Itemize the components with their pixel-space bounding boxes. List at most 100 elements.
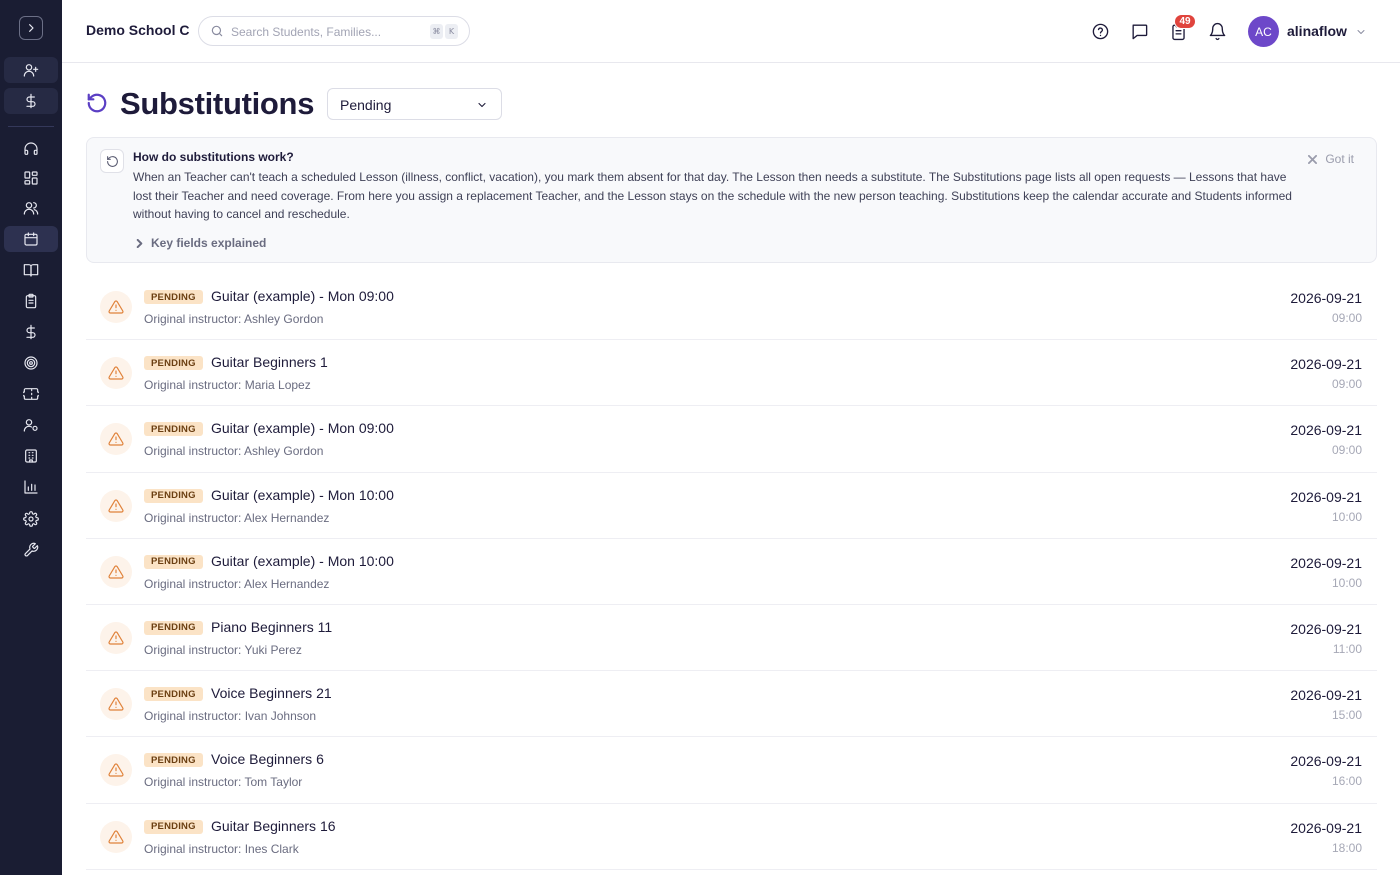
lesson-time: 09:00 xyxy=(1331,443,1362,458)
help-circle-icon xyxy=(1092,23,1108,39)
lesson-date: 2026-09-21 xyxy=(1290,554,1362,571)
top-header: Demo School C ⌘ K 49 AC alinaflow xyxy=(62,0,1400,63)
warning-icon xyxy=(100,820,132,853)
sidebar-item-reports[interactable] xyxy=(4,474,58,500)
ticket-icon xyxy=(23,388,39,400)
sidebar-item-settings[interactable] xyxy=(4,506,58,532)
substitution-row[interactable]: PENDING Guitar (example) - Mon 09:00 Ori… xyxy=(86,274,1377,341)
search-input[interactable] xyxy=(231,23,421,41)
sidebar-item-add-user[interactable] xyxy=(4,57,58,83)
bar-chart-icon xyxy=(24,480,38,494)
lesson-name: Voice Beginners 21 xyxy=(211,685,332,702)
help-button[interactable] xyxy=(1090,21,1110,41)
substitution-list: PENDING Guitar (example) - Mon 09:00 Ori… xyxy=(86,274,1377,870)
notifications-button[interactable] xyxy=(1207,21,1227,41)
sidebar-item-lessons[interactable] xyxy=(4,257,58,283)
warning-icon xyxy=(100,754,132,787)
original-instructor: Original instructor: Ashley Gordon xyxy=(144,444,324,459)
messages-button[interactable] xyxy=(1129,21,1149,41)
substitution-row[interactable]: PENDING Voice Beginners 21 Original inst… xyxy=(86,671,1377,738)
substitution-row[interactable]: PENDING Voice Beginners 6 Original instr… xyxy=(86,737,1377,804)
status-filter-value: Pending xyxy=(340,97,392,113)
gear-icon xyxy=(23,511,39,527)
chevron-down-icon xyxy=(1357,30,1365,34)
original-instructor: Original instructor: Ivan Johnson xyxy=(144,709,317,724)
dismiss-help-button[interactable]: Got it xyxy=(1308,152,1354,166)
sidebar-item-locations[interactable] xyxy=(4,443,58,469)
chevron-right-icon xyxy=(136,238,143,248)
status-badge: PENDING xyxy=(144,488,203,503)
lesson-date: 2026-09-21 xyxy=(1290,620,1362,637)
chevron-right-icon xyxy=(29,24,34,32)
global-search[interactable]: ⌘ K xyxy=(198,16,470,46)
lesson-name: Guitar (example) - Mon 10:00 xyxy=(211,486,394,503)
lesson-name: Guitar (example) - Mon 09:00 xyxy=(211,288,394,304)
status-badge: PENDING xyxy=(144,422,203,437)
sidebar-item-support[interactable] xyxy=(4,136,58,162)
lesson-time: 09:00 xyxy=(1331,377,1362,392)
substitution-row[interactable]: PENDING Guitar Beginners 16 Original ins… xyxy=(86,804,1377,870)
original-instructor: Original instructor: Yuki Perez xyxy=(144,642,302,657)
sidebar-item-staff[interactable] xyxy=(4,412,58,438)
user-avatar[interactable]: AC xyxy=(1248,16,1279,47)
lesson-date: 2026-09-21 xyxy=(1290,290,1362,306)
warning-icon xyxy=(100,357,132,390)
search-icon xyxy=(211,25,223,37)
sidebar-expand-button[interactable] xyxy=(19,16,43,40)
lesson-name: Guitar Beginners 16 xyxy=(211,817,336,834)
status-badge: PENDING xyxy=(144,554,203,569)
substitution-row[interactable]: PENDING Guitar (example) - Mon 10:00 Ori… xyxy=(86,539,1377,605)
wrench-icon xyxy=(24,542,39,557)
shortcut-key-cmd: ⌘ xyxy=(430,24,443,39)
status-filter-select[interactable]: Pending xyxy=(327,88,502,120)
sidebar-item-payments[interactable] xyxy=(4,319,58,345)
lesson-time: 15:00 xyxy=(1331,708,1362,723)
calendar-icon xyxy=(24,232,38,246)
lesson-time: 09:00 xyxy=(1331,311,1362,325)
lesson-name: Guitar (example) - Mon 09:00 xyxy=(211,420,394,437)
sidebar-item-tasks[interactable] xyxy=(4,288,58,314)
help-panel-body: When an Teacher can't teach a scheduled … xyxy=(133,170,1292,221)
user-name[interactable]: alinaflow xyxy=(1287,23,1347,39)
sidebar-item-tickets[interactable] xyxy=(4,381,58,407)
book-icon xyxy=(23,264,39,277)
school-name[interactable]: Demo School C xyxy=(86,22,189,38)
status-badge: PENDING xyxy=(144,290,203,304)
sidebar xyxy=(0,0,62,875)
sidebar-item-students[interactable] xyxy=(4,195,58,221)
substitution-row[interactable]: PENDING Piano Beginners 11 Original inst… xyxy=(86,605,1377,672)
help-panel-title: How do substitutions work? xyxy=(133,150,294,164)
sidebar-item-tools[interactable] xyxy=(4,537,58,563)
warning-icon xyxy=(100,621,132,654)
lesson-time: 16:00 xyxy=(1331,774,1362,789)
status-badge: PENDING xyxy=(144,819,203,834)
lesson-name: Guitar (example) - Mon 10:00 xyxy=(211,552,394,569)
original-instructor: Original instructor: Ashley Gordon xyxy=(144,312,324,326)
substitution-row[interactable]: PENDING Guitar (example) - Mon 09:00 Ori… xyxy=(86,406,1377,473)
dashboard-icon xyxy=(24,171,38,185)
rotate-ccw-icon xyxy=(87,93,107,113)
original-instructor: Original instructor: Tom Taylor xyxy=(144,775,303,790)
page-title: Substitutions xyxy=(120,86,315,121)
sidebar-item-calendar[interactable] xyxy=(4,226,58,252)
substitution-row[interactable]: PENDING Guitar (example) - Mon 10:00 Ori… xyxy=(86,473,1377,539)
target-icon xyxy=(24,356,38,370)
lesson-date: 2026-09-21 xyxy=(1290,687,1362,704)
headset-icon xyxy=(24,142,38,155)
sidebar-item-billing[interactable] xyxy=(4,88,58,114)
substitution-row[interactable]: PENDING Guitar Beginners 1 Original inst… xyxy=(86,340,1377,407)
key-fields-toggle[interactable]: Key fields explained xyxy=(135,236,266,250)
sidebar-item-goals[interactable] xyxy=(4,350,58,376)
close-icon xyxy=(1308,154,1318,164)
users-icon xyxy=(23,202,39,215)
sidebar-item-dashboard[interactable] xyxy=(4,165,58,191)
warning-icon xyxy=(100,688,132,721)
user-menu-toggle[interactable] xyxy=(1355,25,1367,37)
dismiss-help-label: Got it xyxy=(1325,152,1354,166)
lesson-date: 2026-09-21 xyxy=(1290,422,1362,439)
original-instructor: Original instructor: Alex Hernandez xyxy=(144,510,330,525)
lesson-name: Guitar Beginners 1 xyxy=(211,354,328,371)
original-instructor: Original instructor: Maria Lopez xyxy=(144,378,311,393)
rotate-ccw-icon xyxy=(106,155,118,167)
key-fields-label: Key fields explained xyxy=(151,236,267,250)
